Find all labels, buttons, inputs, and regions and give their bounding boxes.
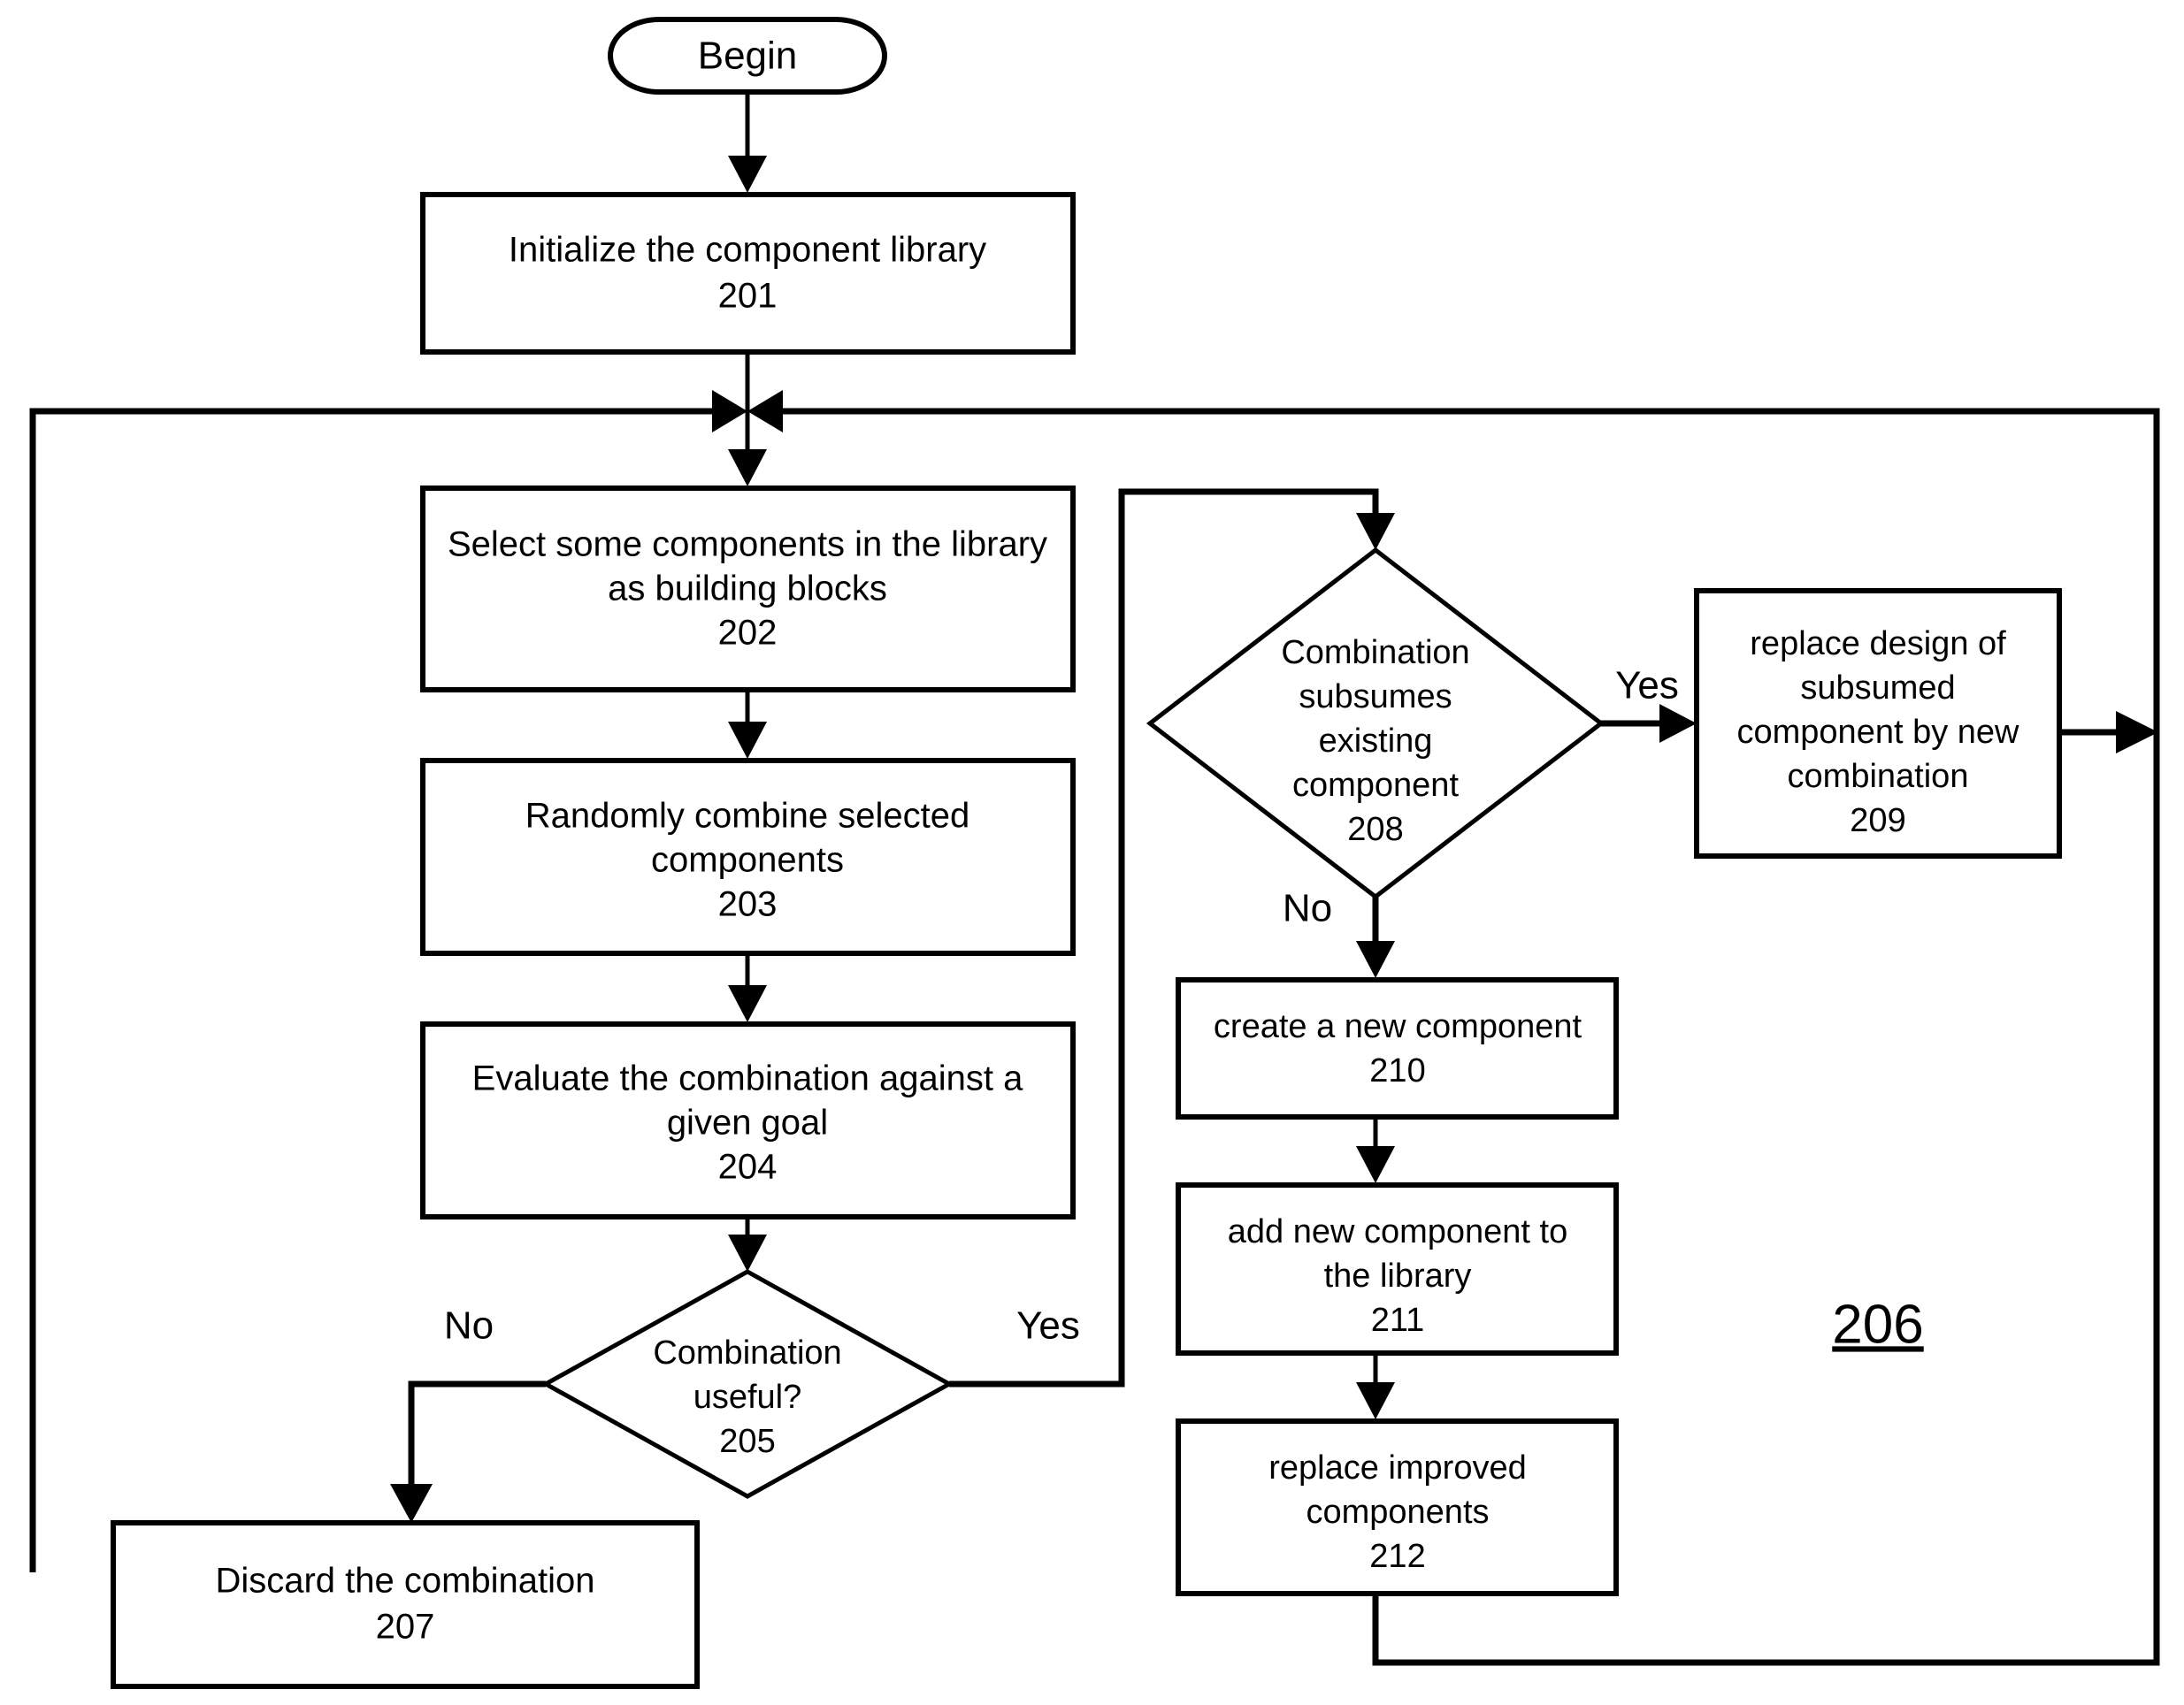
node-207-line1: Discard the combination xyxy=(215,1562,594,1601)
edge-210-to-211-arrowhead xyxy=(1356,1146,1395,1183)
node-207-number: 207 xyxy=(376,1608,435,1647)
edge-208-no-label: No xyxy=(1283,887,1332,930)
node-201-number: 201 xyxy=(718,277,778,316)
edge-208-no-arrowhead xyxy=(1356,941,1395,978)
node-201-line1: Initialize the component library xyxy=(509,231,986,270)
edge-208-yes-label: Yes xyxy=(1615,664,1679,707)
edge-205-yes-label: Yes xyxy=(1016,1304,1080,1348)
node-205-line2: useful? xyxy=(694,1379,802,1416)
node-203-line2: components xyxy=(651,841,844,880)
node-202-line2: as building blocks xyxy=(608,570,887,608)
node-209-line1: replace design of xyxy=(1750,625,2006,662)
flowchart-canvas: Begin Initialize the component library 2… xyxy=(29,17,2160,1689)
node-201-box xyxy=(420,192,1076,355)
node-208-number: 208 xyxy=(1347,811,1403,848)
edge-begin-to-201-arrowhead xyxy=(728,156,767,193)
node-204-line1: Evaluate the combination against a xyxy=(472,1059,1023,1098)
node-202-number: 202 xyxy=(718,614,778,653)
edge-205-no-arrowhead xyxy=(390,1484,433,1523)
node-208-line1: Combination xyxy=(1281,634,1469,671)
node-212-line1: replace improved xyxy=(1268,1449,1526,1487)
edge-211-to-212-arrowhead xyxy=(1356,1382,1395,1419)
node-212-line2: components xyxy=(1306,1494,1489,1531)
node-212-number: 212 xyxy=(1369,1538,1425,1575)
node-210-line1: create a new component xyxy=(1214,1008,1582,1045)
edge-205-yes-arrowhead xyxy=(1356,513,1395,550)
flowchart-page: Begin Initialize the component library 2… xyxy=(0,0,2184,1705)
node-205-line1: Combination xyxy=(653,1334,841,1372)
node-211-line2: the library xyxy=(1324,1258,1472,1295)
edge-203-to-204-arrowhead xyxy=(728,985,767,1022)
edge-208-yes-arrowhead xyxy=(1659,704,1697,743)
edge-204-to-205-arrowhead xyxy=(728,1235,767,1272)
edge-205-no-label: No xyxy=(444,1304,494,1348)
node-207-box xyxy=(111,1520,700,1689)
node-209-line2: subsumed xyxy=(1800,669,1955,707)
node-211-line1: add new component to xyxy=(1228,1213,1568,1250)
node-203-number: 203 xyxy=(718,885,778,924)
node-209-line4: combination xyxy=(1788,758,1969,795)
node-204-number: 204 xyxy=(718,1148,778,1187)
loopback-right-arrowhead xyxy=(747,390,783,432)
node-204-line2: given goal xyxy=(667,1104,828,1143)
begin-label: Begin xyxy=(698,34,798,78)
node-210-box xyxy=(1176,977,1619,1120)
edge-209-to-rail-arrowhead xyxy=(2116,711,2158,753)
node-211-number: 211 xyxy=(1371,1302,1425,1339)
node-205-number: 205 xyxy=(719,1423,775,1460)
node-209-number: 209 xyxy=(1850,802,1905,839)
node-208-line2: subsumes xyxy=(1299,678,1452,715)
group-206-label: 206 xyxy=(1832,1294,1923,1355)
node-210-number: 210 xyxy=(1369,1052,1425,1090)
node-202-line1: Select some components in the library xyxy=(448,525,1047,564)
edge-202-to-203-arrowhead xyxy=(728,722,767,759)
node-209-line3: component by new xyxy=(1737,714,2020,751)
node-208-line4: component xyxy=(1292,767,1459,804)
loopback-left-arrowhead xyxy=(712,390,747,432)
edge-merge-to-202-arrowhead xyxy=(728,449,767,486)
node-203-line1: Randomly combine selected xyxy=(525,797,969,836)
node-208-line3: existing xyxy=(1319,723,1433,760)
